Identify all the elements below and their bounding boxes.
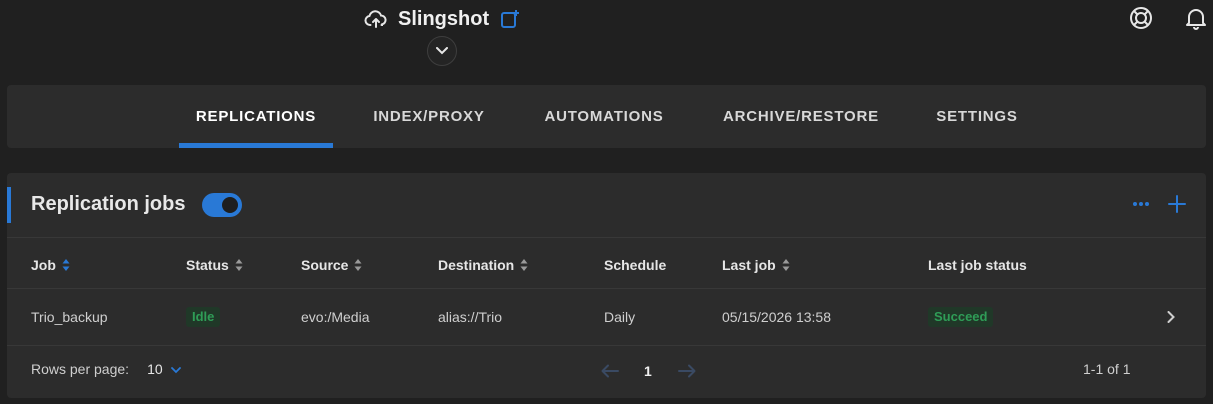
sort-icon <box>62 258 70 272</box>
divider <box>7 237 1206 238</box>
column-header-label: Last job status <box>928 257 1027 273</box>
cell-schedule: Daily <box>604 309 636 325</box>
current-page[interactable]: 1 <box>644 363 652 379</box>
tab-archive-restore[interactable]: ARCHIVE/RESTORE <box>707 85 895 148</box>
column-header-source[interactable]: Source <box>301 256 362 274</box>
sort-icon <box>354 258 362 272</box>
chevron-down-icon <box>170 367 181 374</box>
lifebuoy-help-icon[interactable] <box>1129 6 1153 30</box>
app-header: Slingshot <box>364 6 521 32</box>
status-badge: Idle <box>186 307 221 327</box>
replication-jobs-panel: Replication jobs Job Status Source Desti… <box>7 173 1206 398</box>
rows-per-page-label: Rows per page: <box>31 361 130 377</box>
sort-icon <box>235 258 243 272</box>
column-header-status[interactable]: Status <box>186 256 243 274</box>
arrow-right-icon[interactable] <box>678 364 696 383</box>
bell-icon[interactable] <box>1185 6 1207 30</box>
add-to-list-icon[interactable] <box>499 8 521 30</box>
column-header-label: Schedule <box>604 257 667 273</box>
sort-icon <box>782 258 790 272</box>
column-header-label: Destination <box>438 257 515 273</box>
column-header-schedule: Schedule <box>604 256 666 274</box>
divider <box>7 345 1206 346</box>
tab-settings[interactable]: SETTINGS <box>922 85 1032 148</box>
add-job-icon[interactable] <box>1168 195 1186 213</box>
page-range: 1-1 of 1 <box>1083 361 1131 377</box>
toggle-knob <box>222 197 238 213</box>
cell-last-job-status: Succeed <box>928 307 994 327</box>
column-header-label: Status <box>186 257 229 273</box>
column-header-last-job[interactable]: Last job <box>722 256 790 274</box>
cell-job: Trio_backup <box>31 309 108 325</box>
column-header-last-job-status: Last job status <box>928 256 1027 274</box>
column-header-label: Source <box>301 257 349 273</box>
arrow-left-icon[interactable] <box>601 364 619 383</box>
app-title: Slingshot <box>398 7 490 30</box>
rows-per-page: Rows per page: 10 <box>31 361 181 377</box>
divider <box>7 288 1206 289</box>
more-options-icon[interactable] <box>1132 201 1150 207</box>
top-bar: Slingshot <box>0 0 1213 80</box>
panel-actions <box>1132 195 1186 213</box>
cell-source: evo:/Media <box>301 309 370 325</box>
cloud-upload-icon <box>364 7 388 31</box>
rows-per-page-select[interactable]: 10 <box>147 361 181 377</box>
accent-bar <box>7 187 11 223</box>
sort-icon <box>520 258 528 272</box>
tab-automations[interactable]: AUTOMATIONS <box>529 85 679 148</box>
column-header-destination[interactable]: Destination <box>438 256 528 274</box>
panel-title: Replication jobs <box>31 193 186 215</box>
column-header-label: Last job <box>722 257 776 273</box>
expand-button[interactable] <box>427 36 457 66</box>
cell-last-job: 05/15/2026 13:58 <box>722 309 831 325</box>
cell-status: Idle <box>186 307 221 327</box>
chevron-down-icon <box>436 47 448 55</box>
tab-index-proxy[interactable]: INDEX/PROXY <box>359 85 499 148</box>
jobs-enabled-toggle[interactable] <box>202 193 242 217</box>
tab-replications[interactable]: REPLICATIONS <box>179 85 333 148</box>
tab-bar: REPLICATIONS INDEX/PROXY AUTOMATIONS ARC… <box>7 85 1206 148</box>
rows-per-page-value: 10 <box>147 361 163 377</box>
column-header-job[interactable]: Job <box>31 256 70 274</box>
status-badge: Succeed <box>928 307 994 327</box>
cell-destination: alias://Trio <box>438 309 503 325</box>
chevron-right-icon[interactable] <box>1167 308 1175 326</box>
column-header-label: Job <box>31 257 56 273</box>
top-right-actions <box>1129 6 1213 30</box>
